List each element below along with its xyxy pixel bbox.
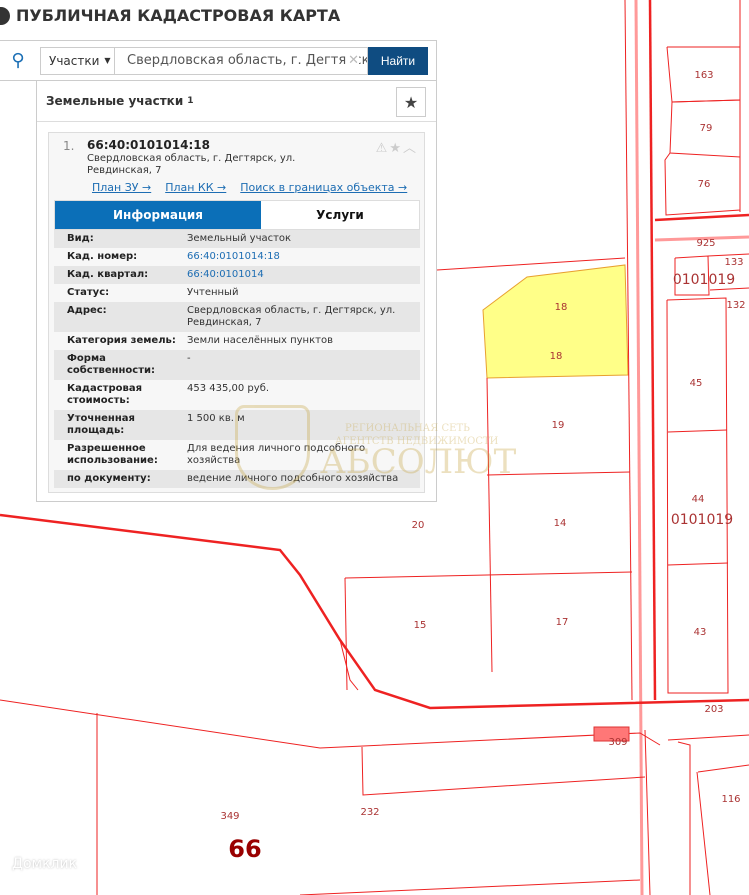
- row-key: Уточненная площадь:: [67, 413, 135, 436]
- info-table: Вид: Земельный участок Кад. номер: 66:40:0…: [54, 230, 420, 488]
- search-bar: ⚲ Участки ▼ Свердловская область, г. Дегт…: [0, 40, 437, 81]
- warning-icon[interactable]: ⚠: [376, 141, 390, 156]
- search-button[interactable]: Найти: [368, 46, 428, 75]
- parcel-label: 203: [704, 704, 723, 715]
- parcel-label: 132: [726, 300, 745, 311]
- parcel-label: 44: [692, 494, 705, 505]
- search-input[interactable]: Свердловская область, г. Дегтярск ✕: [115, 46, 368, 75]
- quarter-label: 0101019: [671, 512, 733, 528]
- search-type-select[interactable]: Участки ▼: [40, 46, 115, 75]
- result-links: План ЗУ → План КК → Поиск в границах объ…: [92, 181, 407, 194]
- chevron-up-icon[interactable]: ︿: [403, 141, 418, 156]
- table-row: Статус: Учтенный: [54, 284, 420, 302]
- row-value: ведение личного подсобного хозяйства: [187, 473, 399, 484]
- row-value: Учтенный: [187, 287, 239, 298]
- domclick-watermark: Домклик: [12, 856, 78, 872]
- row-value: Земли населённых пунктов: [187, 335, 333, 346]
- app-header: ПУБЛИЧНАЯ КАДАСТРОВАЯ КАРТА: [0, 6, 340, 25]
- row-key: Кадастровая стоимость:: [67, 383, 142, 406]
- parcel-label: 17: [556, 617, 569, 628]
- table-row: Разрешенное использование: Для ведения ли…: [54, 440, 420, 470]
- tab-info[interactable]: Информация: [55, 201, 261, 229]
- results-count: 1: [187, 96, 194, 106]
- table-row: Кад. номер: 66:40:0101014:18: [54, 248, 420, 266]
- row-value: Свердловская область, г. Дегтярск, ул. Р…: [187, 305, 396, 328]
- plan-kk-link[interactable]: План КК →: [165, 181, 226, 194]
- app-title: ПУБЛИЧНАЯ КАДАСТРОВАЯ КАРТА: [16, 6, 341, 25]
- result-address: Свердловская область, г. Дегтярск, ул. Р…: [87, 153, 296, 176]
- row-value: -: [187, 353, 191, 364]
- star-icon[interactable]: ★: [389, 141, 403, 156]
- parcel-label: 14: [554, 518, 567, 529]
- result-cad-number[interactable]: 66:40:0101014:18: [87, 138, 210, 152]
- search-type-value: Участки: [49, 53, 100, 68]
- search-in-bounds-link[interactable]: Поиск в границах объекта →: [240, 181, 407, 194]
- table-row: Вид: Земельный участок: [54, 230, 420, 248]
- row-key: Кад. квартал:: [67, 269, 149, 280]
- parcel-label: 116: [721, 794, 740, 805]
- search-icon[interactable]: ⚲: [0, 50, 36, 71]
- region-label: 66: [228, 835, 261, 863]
- parcel-label: 15: [414, 620, 427, 631]
- row-key: Разрешенное использование:: [67, 443, 158, 466]
- row-value: Земельный участок: [187, 233, 292, 244]
- parcel-label: 43: [694, 627, 707, 638]
- results-heading: Земельные участки: [46, 94, 184, 108]
- table-row: Кадастровая стоимость: 453 435,00 руб.: [54, 380, 420, 410]
- table-row: Категория земель: Земли населённых пункто…: [54, 332, 420, 350]
- parcel-label: 349: [220, 811, 239, 822]
- result-index: 1.: [63, 139, 75, 153]
- table-row: Форма собственности: -: [54, 350, 420, 380]
- row-value-link[interactable]: 66:40:0101014:18: [187, 251, 420, 263]
- parcel-label: 19: [552, 420, 565, 431]
- parcel-label: 76: [698, 179, 711, 190]
- table-row: Кад. квартал: 66:40:0101014: [54, 266, 420, 284]
- road-label: 925: [696, 238, 715, 249]
- quarter-label: 0101019: [673, 272, 735, 288]
- logo-icon: [0, 6, 10, 25]
- parcel-label: 309: [608, 737, 627, 748]
- row-value: 1 500 кв. м: [187, 413, 245, 424]
- chevron-down-icon: ▼: [104, 56, 111, 65]
- result-card: 1. 66:40:0101014:18 Свердловская область…: [48, 132, 425, 493]
- plan-zu-link[interactable]: План ЗУ →: [92, 181, 151, 194]
- clear-icon[interactable]: ✕: [346, 53, 359, 68]
- parcel-label: 20: [412, 520, 425, 531]
- table-row: Уточненная площадь: 1 500 кв. м: [54, 410, 420, 440]
- favorites-button[interactable]: ★: [396, 87, 426, 117]
- row-key: Категория земель:: [67, 335, 176, 346]
- row-key: по документу:: [67, 473, 151, 484]
- table-row: Адрес: Свердловская область, г. Дегтярск,…: [54, 302, 420, 332]
- card-actions: ⚠★︿: [376, 137, 418, 156]
- star-icon: ★: [403, 92, 419, 112]
- row-key: Форма собственности:: [67, 353, 156, 376]
- results-header: Земельные участки 1 ★: [37, 81, 436, 122]
- row-key: Вид:: [67, 233, 94, 244]
- tab-services[interactable]: Услуги: [261, 201, 419, 229]
- parcel-label: 79: [700, 123, 713, 134]
- row-value-link[interactable]: 66:40:0101014: [187, 269, 420, 281]
- parcel-label: 18: [550, 351, 563, 362]
- row-value: Для ведения личного подсобного хозяйства: [187, 443, 366, 466]
- table-row: по документу: ведение личного подсобного …: [54, 470, 420, 488]
- results-panel: Земельные участки 1 ★ 1. 66:40:0101014:18…: [36, 81, 437, 502]
- card-tabs: Информация Услуги: [54, 200, 420, 230]
- search-query: Свердловская область, г. Дегтярск: [127, 53, 368, 68]
- row-value: 453 435,00 руб.: [187, 383, 270, 394]
- parcel-label: 163: [694, 70, 713, 81]
- parcel-label: 45: [690, 378, 703, 389]
- row-key: Адрес:: [67, 305, 107, 316]
- row-key: Кад. номер:: [67, 251, 138, 262]
- parcel-label: 232: [360, 807, 379, 818]
- parcel-label: 133: [724, 257, 743, 268]
- parcel-label: 18: [555, 302, 568, 313]
- row-key: Статус:: [67, 287, 110, 298]
